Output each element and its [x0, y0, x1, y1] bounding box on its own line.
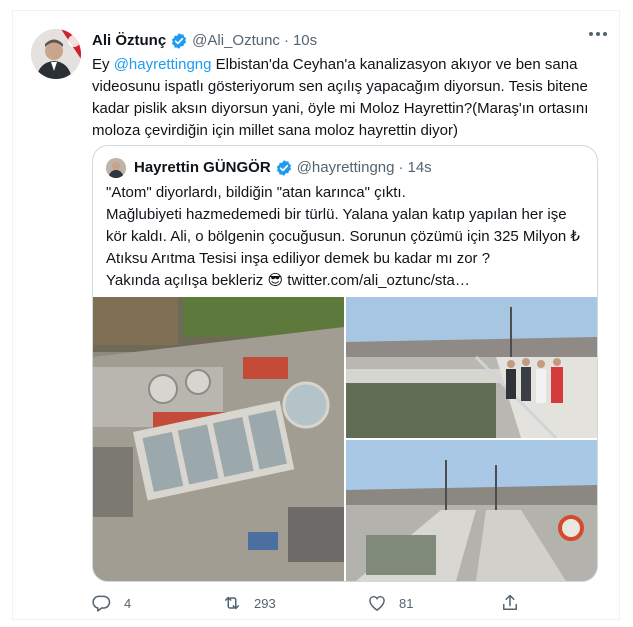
mention-link[interactable]: @hayrettingng: [114, 56, 212, 73]
verified-badge-icon: [170, 32, 188, 50]
share-icon: [503, 594, 517, 610]
reply-count: 4: [124, 595, 132, 611]
retweet-icon: [225, 596, 239, 610]
quoted-tweet[interactable]: Hayrettin GÜNGÖR @hayrettingng · 14s "At…: [92, 145, 598, 582]
tweet-timestamp[interactable]: 10s: [293, 31, 317, 51]
quoted-text-line: kör kaldı. Ali, o bölgenin çocuğusun. So…: [106, 228, 580, 245]
tweet-text: Ey @hayrettingng Elbistan'da Ceyhan'a ka…: [92, 54, 607, 142]
media-grid: [93, 297, 597, 581]
quoted-author-handle[interactable]: @hayrettingng: [297, 158, 395, 178]
more-options-icon[interactable]: [589, 32, 607, 36]
sunglasses-emoji: 😎: [267, 272, 284, 289]
author-name[interactable]: Ali Öztunç: [92, 31, 166, 51]
quoted-author-avatar[interactable]: [106, 158, 126, 178]
tweet-text-prefix: Ey: [92, 56, 114, 73]
tweet-header: Ali Öztunç @Ali_Oztunc · 10s: [92, 31, 317, 51]
media-photo-aerial-plant[interactable]: [93, 297, 344, 581]
quoted-text-line-last: Yakında açılışa bekleriz 😎 twitter.com/a…: [106, 270, 586, 292]
retweet-button[interactable]: 293: [222, 593, 276, 613]
like-button[interactable]: 81: [367, 593, 413, 613]
quoted-text-line: "Atom" diyorlardı, bildiğin "atan karınc…: [106, 184, 406, 201]
reply-icon: [92, 595, 111, 612]
author-avatar[interactable]: [31, 29, 81, 79]
tweet-actions-bar: 4 293 81: [92, 593, 522, 617]
quoted-text-line: Mağlubiyeti hazmedemedi bir türlü. Yalan…: [106, 206, 567, 223]
quoted-tweet-timestamp[interactable]: 14s: [407, 158, 431, 178]
separator-dot: ·: [283, 32, 289, 49]
quoted-author-name[interactable]: Hayrettin GÜNGÖR: [134, 158, 271, 178]
quoted-text-last: Yakında açılışa bekleriz: [106, 272, 268, 289]
like-count: 81: [399, 595, 414, 611]
retweet-count: 293: [254, 595, 276, 611]
share-button[interactable]: [500, 593, 520, 613]
media-photo-treatment-channel[interactable]: [346, 440, 597, 581]
truncated-link[interactable]: twitter.com/ali_oztunc/sta…: [287, 272, 470, 289]
reply-button[interactable]: 4: [92, 593, 131, 613]
quoted-tweet-text: "Atom" diyorlardı, bildiğin "atan karınc…: [106, 182, 586, 292]
media-photo-officials-walkway[interactable]: [346, 297, 597, 438]
author-handle[interactable]: @Ali_Oztunc: [192, 31, 280, 51]
verified-badge-icon: [275, 159, 293, 177]
quoted-tweet-header: Hayrettin GÜNGÖR @hayrettingng · 14s: [106, 158, 432, 178]
like-heart-icon: [369, 595, 385, 611]
quoted-text-line: Atıksu Arıtma Tesisi inşa ediliyor demek…: [106, 250, 491, 267]
separator-dot: ·: [398, 159, 404, 176]
